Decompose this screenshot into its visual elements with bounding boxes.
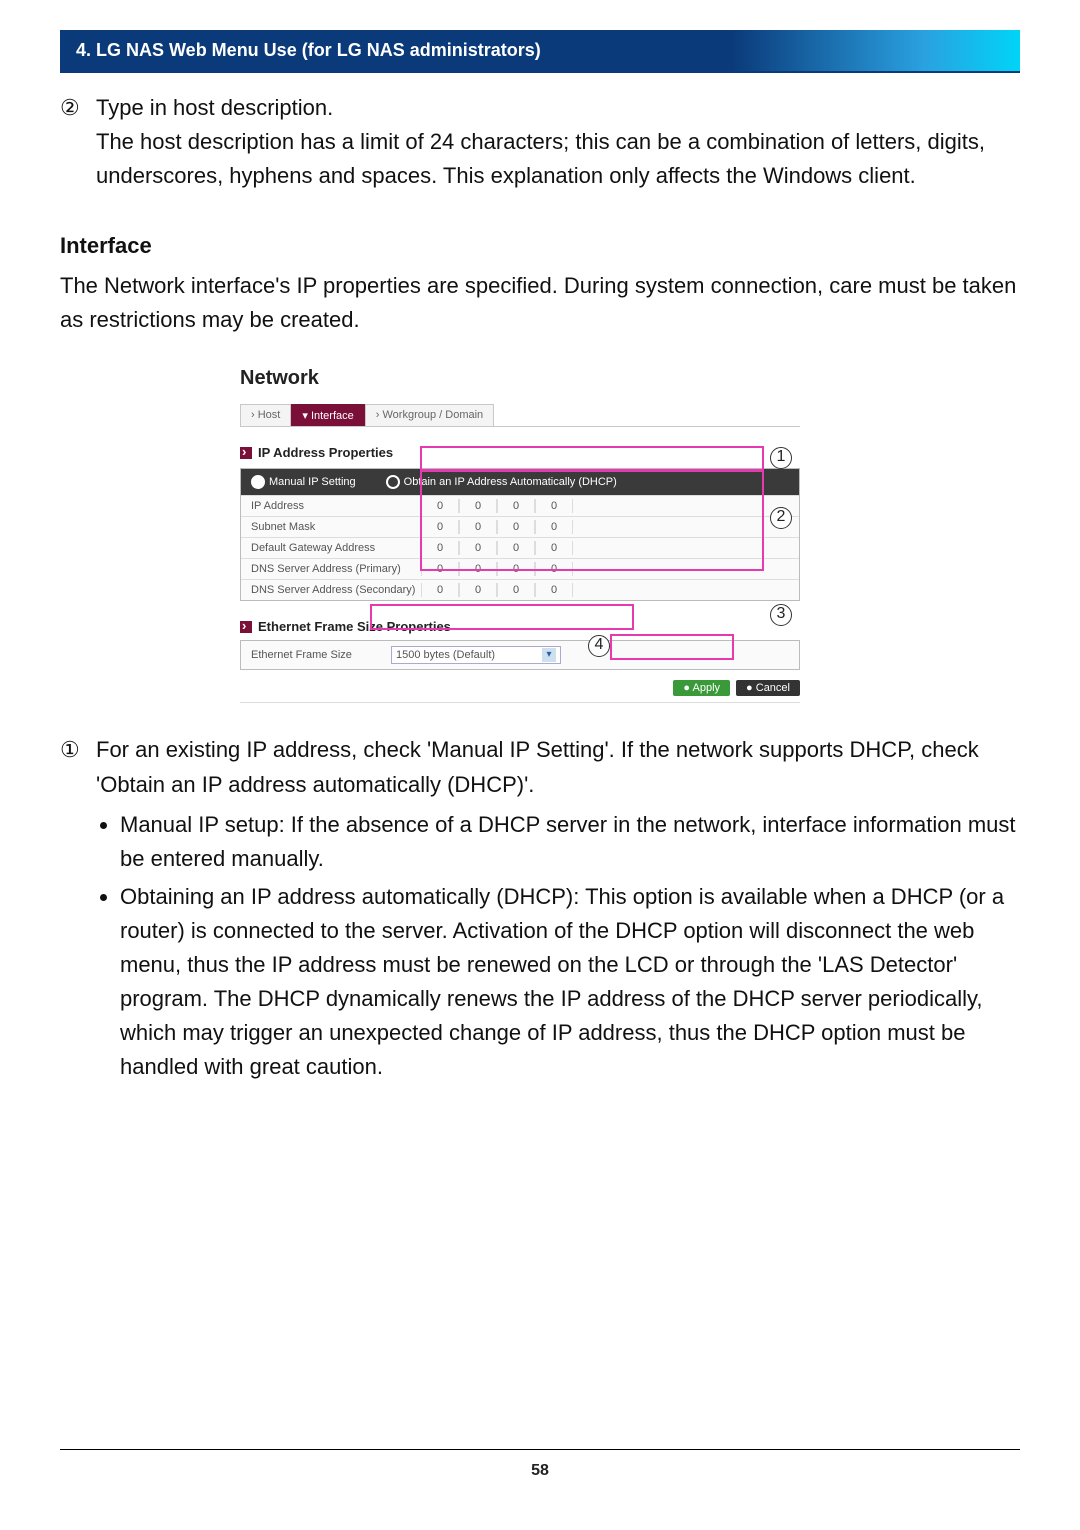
callout-1: 1 — [770, 447, 792, 469]
page-number: 58 — [0, 1462, 1080, 1480]
ip-octet[interactable]: 0 — [535, 562, 573, 576]
row-gateway: Default Gateway Address 0 0 0 0 — [241, 537, 799, 558]
ip-octet[interactable]: 0 — [421, 562, 459, 576]
ip-properties-text: IP Address Properties — [258, 445, 393, 460]
tab-workgroup-label: Workgroup / Domain — [382, 409, 483, 421]
ip-octet[interactable]: 0 — [535, 520, 573, 534]
step-2: ② Type in host description. The host des… — [60, 91, 1020, 193]
note-content: For an existing IP address, check 'Manua… — [96, 733, 1020, 1084]
step-content: Type in host description. The host descr… — [96, 91, 1020, 193]
note-1: ① For an existing IP address, check 'Man… — [60, 733, 1020, 1084]
screenshot-title: Network — [240, 367, 800, 390]
ip-octet[interactable]: 0 — [421, 583, 459, 597]
step-line-1: Type in host description. — [96, 91, 1020, 125]
row-label: DNS Server Address (Primary) — [251, 563, 421, 575]
tab-host[interactable]: › Host — [240, 404, 291, 426]
ip-octet[interactable]: 0 — [459, 520, 497, 534]
ethernet-properties-text: Ethernet Frame Size Properties — [258, 619, 451, 634]
section-arrow-icon — [240, 621, 252, 633]
row-label: DNS Server Address (Secondary) — [251, 584, 421, 596]
ip-octet[interactable]: 0 — [497, 562, 535, 576]
ip-octet[interactable]: 0 — [421, 499, 459, 513]
radio-manual-label: Manual IP Setting — [269, 476, 356, 488]
ip-octet[interactable]: 0 — [535, 499, 573, 513]
note-1-text: For an existing IP address, check 'Manua… — [96, 733, 1020, 801]
bullet-dhcp: Obtaining an IP address automatically (D… — [120, 880, 1020, 1085]
ip-octet[interactable]: 0 — [497, 499, 535, 513]
ethernet-properties-label: Ethernet Frame Size Properties — [240, 619, 800, 634]
ip-octet[interactable]: 0 — [459, 562, 497, 576]
row-dns-secondary: DNS Server Address (Secondary) 0 0 0 0 — [241, 579, 799, 600]
document-page: 4. LG NAS Web Menu Use (for LG NAS admin… — [0, 0, 1080, 1530]
ip-octet[interactable]: 0 — [497, 520, 535, 534]
footer-rule — [60, 1449, 1020, 1450]
radio-dot-icon — [386, 475, 400, 489]
row-label: IP Address — [251, 500, 421, 512]
bullet-manual-ip: Manual IP setup: If the absence of a DHC… — [120, 808, 1020, 876]
radio-dhcp-label: Obtain an IP Address Automatically (DHCP… — [404, 476, 617, 488]
radio-dhcp[interactable]: Obtain an IP Address Automatically (DHCP… — [386, 475, 617, 489]
note-marker: ① — [60, 733, 96, 767]
subheading-interface: Interface — [60, 233, 1020, 259]
apply-label: Apply — [693, 682, 721, 694]
radio-manual[interactable]: Manual IP Setting — [251, 475, 356, 489]
ethernet-frame-select[interactable]: 1500 bytes (Default) ▾ — [391, 646, 561, 664]
ip-properties-label: IP Address Properties — [240, 445, 800, 460]
row-subnet: Subnet Mask 0 0 0 0 — [241, 516, 799, 537]
row-label: Default Gateway Address — [251, 542, 421, 554]
ip-octet[interactable]: 0 — [421, 541, 459, 555]
step-marker: ② — [60, 91, 96, 125]
row-ip-address: IP Address 0 0 0 0 — [241, 495, 799, 516]
tab-interface-label: Interface — [311, 410, 354, 422]
ip-octet[interactable]: 0 — [535, 583, 573, 597]
button-row: ● Apply ● Cancel — [240, 680, 800, 696]
tabs: › Host ▾ Interface › Workgroup / Domain — [240, 404, 800, 426]
ip-octet[interactable]: 0 — [497, 541, 535, 555]
ip-table: Manual IP Setting Obtain an IP Address A… — [240, 468, 800, 601]
network-screenshot: Network › Host ▾ Interface › Workgroup /… — [240, 367, 800, 703]
ethernet-select-value: 1500 bytes (Default) — [396, 649, 495, 661]
radio-dot-icon — [251, 475, 265, 489]
row-dns-primary: DNS Server Address (Primary) 0 0 0 0 — [241, 558, 799, 579]
tab-interface[interactable]: ▾ Interface — [291, 404, 364, 426]
ethernet-row-label: Ethernet Frame Size — [251, 649, 391, 661]
cancel-button[interactable]: ● Cancel — [736, 680, 800, 696]
ip-octet[interactable]: 0 — [459, 499, 497, 513]
chevron-down-icon: ▾ — [542, 648, 556, 662]
row-label: Subnet Mask — [251, 521, 421, 533]
cancel-label: Cancel — [756, 682, 790, 694]
tab-host-label: Host — [258, 409, 281, 421]
tab-workgroup[interactable]: › Workgroup / Domain — [365, 404, 494, 426]
ip-octet[interactable]: 0 — [421, 520, 459, 534]
step-line-2: The host description has a limit of 24 c… — [96, 125, 1020, 193]
interface-paragraph: The Network interface's IP properties ar… — [60, 269, 1020, 337]
ethernet-frame-row: Ethernet Frame Size 1500 bytes (Default)… — [240, 640, 800, 670]
section-arrow-icon — [240, 447, 252, 459]
chapter-header: 4. LG NAS Web Menu Use (for LG NAS admin… — [60, 30, 1020, 73]
note-bullets: Manual IP setup: If the absence of a DHC… — [96, 808, 1020, 1085]
ip-mode-row: Manual IP Setting Obtain an IP Address A… — [241, 469, 799, 495]
apply-button[interactable]: ● Apply — [673, 680, 730, 696]
ip-octet[interactable]: 0 — [535, 541, 573, 555]
ip-octet[interactable]: 0 — [459, 541, 497, 555]
ip-octet[interactable]: 0 — [497, 583, 535, 597]
ip-octet[interactable]: 0 — [459, 583, 497, 597]
